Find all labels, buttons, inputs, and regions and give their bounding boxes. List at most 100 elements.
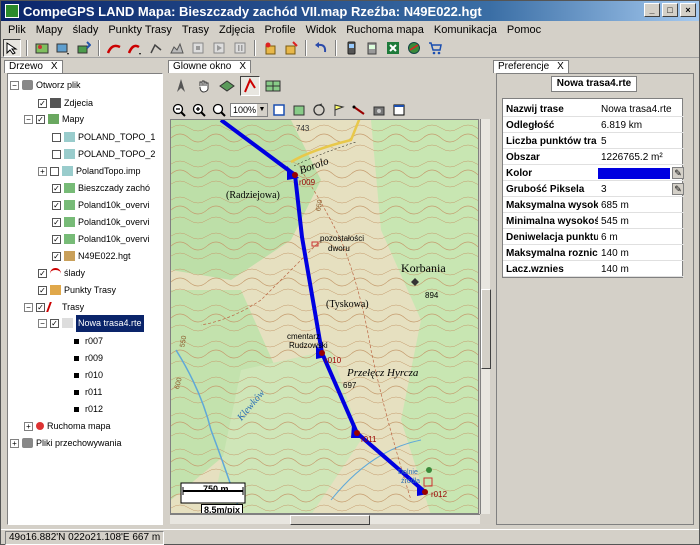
chevron-down-icon[interactable]: ▼ <box>257 104 267 116</box>
collapse-toggle[interactable]: − <box>38 318 47 328</box>
checkbox[interactable]: ✓ <box>52 234 61 244</box>
track-icon[interactable] <box>105 39 123 57</box>
checkbox[interactable]: ✓ <box>52 217 61 227</box>
expand-toggle[interactable]: + <box>24 421 33 431</box>
property-row-max-difference[interactable]: Maksymalna roznica 140 m <box>503 246 684 261</box>
profile-icon[interactable] <box>168 39 186 57</box>
map-horizontal-scrollbar[interactable] <box>170 514 480 525</box>
tree-node-photos[interactable]: ✓ Zdjecia <box>38 96 93 110</box>
camera-icon[interactable] <box>370 101 388 119</box>
tree-node-waypoints[interactable]: ✓ Punkty Trasy <box>38 283 116 297</box>
checkbox[interactable]: ✓ <box>38 98 47 108</box>
map-layer-icon[interactable] <box>217 76 237 96</box>
checkbox[interactable] <box>52 149 61 159</box>
tab-glowne-okno[interactable]: Glowne okno X <box>168 60 252 73</box>
tree-node-tracks[interactable]: ✓ ślady <box>38 266 85 280</box>
checkbox[interactable]: ✓ <box>50 318 59 328</box>
tree-node-route-point[interactable]: r007 <box>74 334 103 348</box>
route-draw-icon[interactable] <box>240 76 260 96</box>
collapse-toggle[interactable]: − <box>24 114 33 124</box>
rotate-icon[interactable] <box>310 101 328 119</box>
scroll-thumb[interactable] <box>290 515 370 525</box>
tree-node-routes[interactable]: − ✓ Trasy <box>24 300 84 314</box>
tab-glowne-okno-close[interactable]: X <box>239 61 246 73</box>
flag-icon[interactable] <box>330 101 348 119</box>
close-button[interactable]: × <box>680 3 696 17</box>
tree-node-map-item[interactable]: ✓ Bieszczady zachó <box>52 181 150 195</box>
tree-node-map-item[interactable]: POLAND_TOPO_2 <box>52 147 155 161</box>
checkbox[interactable]: ✓ <box>52 251 61 261</box>
property-row-color[interactable]: Kolor ✎ <box>503 166 684 181</box>
cart-icon[interactable] <box>426 39 444 57</box>
tab-preferencje[interactable]: Preferencje X <box>493 60 569 73</box>
pause-icon[interactable] <box>231 39 249 57</box>
property-row-distance[interactable]: Odległość 6.819 km <box>503 118 684 133</box>
title-bar[interactable]: CompeGPS LAND Mapa: Bieszczady zachód VI… <box>1 1 699 21</box>
property-row-point-count[interactable]: Liczba punktów tra 5 <box>503 134 684 149</box>
hand-pan-icon[interactable] <box>194 76 214 96</box>
maximize-button[interactable]: □ <box>662 3 678 17</box>
tree-node-map-item[interactable]: POLAND_TOPO_1 <box>52 130 155 144</box>
zoom-out-icon[interactable] <box>170 101 188 119</box>
minimize-button[interactable]: _ <box>644 3 660 17</box>
menu-komunikacja[interactable]: Komunikacja <box>429 24 502 36</box>
tree-node-map-item[interactable]: ✓ Poland10k_overvi <box>52 198 150 212</box>
route-icon[interactable] <box>147 39 165 57</box>
checkbox[interactable] <box>52 132 61 142</box>
menu-trasy[interactable]: Trasy <box>177 24 214 36</box>
pencil-icon[interactable]: ✎ <box>672 167 684 179</box>
waypoint-icon[interactable] <box>261 39 279 57</box>
color-swatch[interactable] <box>598 167 670 179</box>
tab-preferencje-close[interactable]: X <box>557 61 564 73</box>
map-icon[interactable] <box>33 39 51 57</box>
menu-ruchoma-mapa[interactable]: Ruchoma mapa <box>341 24 429 36</box>
tree-node-route-point[interactable]: r012 <box>74 402 103 416</box>
checkbox[interactable]: ✓ <box>38 285 47 295</box>
tree-node-map-item[interactable]: + PolandTopo.imp <box>38 164 141 178</box>
collapse-toggle[interactable]: − <box>10 80 19 90</box>
zoom-refresh-icon[interactable] <box>210 101 228 119</box>
menu-punkty-trasy[interactable]: Punkty Trasy <box>103 24 177 36</box>
property-row-pixel-width[interactable]: Grubość Piksela 3 ✎ <box>503 182 684 197</box>
menu-widok[interactable]: Widok <box>301 24 342 36</box>
tree-node-open-file[interactable]: − Otworz plik <box>10 78 81 92</box>
map-download-icon[interactable] <box>75 39 93 57</box>
excel-icon[interactable] <box>384 39 402 57</box>
gps-icon[interactable] <box>363 39 381 57</box>
checkbox[interactable] <box>50 166 59 176</box>
globe-icon[interactable] <box>405 39 423 57</box>
tab-drzewo-close[interactable]: X <box>51 61 58 73</box>
tree-node-stored-files[interactable]: + Pliki przechowywania <box>10 436 122 450</box>
property-row-point-denivelation[interactable]: Deniwelacja punktu 6 m <box>503 230 684 245</box>
menu-slady[interactable]: ślady <box>68 24 104 36</box>
play-icon[interactable] <box>210 39 228 57</box>
tree-node-route-selected[interactable]: − ✓ Nowa trasa4.rte <box>38 314 144 332</box>
menu-plik[interactable]: Plik <box>3 24 31 36</box>
menu-profile[interactable]: Profile <box>259 24 300 36</box>
tree-node-map-item[interactable]: ✓ N49E022.hgt <box>52 249 131 263</box>
menu-zdjecia[interactable]: Zdjęcia <box>214 24 259 36</box>
tree-node-map-item[interactable]: ✓ Poland10k_overvi <box>52 215 150 229</box>
undo-icon[interactable] <box>312 39 330 57</box>
tree-node-map-item[interactable]: ✓ Poland10k_overvi <box>52 232 150 246</box>
map-vertical-scrollbar[interactable] <box>480 119 491 514</box>
map-fit-icon[interactable] <box>270 101 288 119</box>
map-layers-icon[interactable] <box>290 101 308 119</box>
zoom-in-icon[interactable] <box>190 101 208 119</box>
north-arrow-icon[interactable] <box>171 76 191 96</box>
map-canvas[interactable]: 743 Borolo r009 (Radziejowa) pozostałośc… <box>170 119 479 514</box>
expand-toggle[interactable]: + <box>38 166 47 176</box>
map-dropdown-icon[interactable] <box>54 39 72 57</box>
scroll-thumb[interactable] <box>481 289 491 369</box>
phone-icon[interactable] <box>342 39 360 57</box>
collapse-toggle[interactable]: − <box>24 302 33 312</box>
tree-node-route-point[interactable]: r009 <box>74 351 103 365</box>
window-icon[interactable] <box>390 101 408 119</box>
measure-icon[interactable] <box>350 101 368 119</box>
route-name-header-button[interactable]: Nowa trasa4.rte <box>551 76 637 92</box>
stop-icon[interactable] <box>189 39 207 57</box>
checkbox[interactable]: ✓ <box>52 183 61 193</box>
property-row-min-elevation[interactable]: Minimalna wysokoś 545 m <box>503 214 684 229</box>
property-row-total-ascent[interactable]: Lacz.wznies 140 m <box>503 262 684 277</box>
topo-map[interactable] <box>171 120 479 514</box>
